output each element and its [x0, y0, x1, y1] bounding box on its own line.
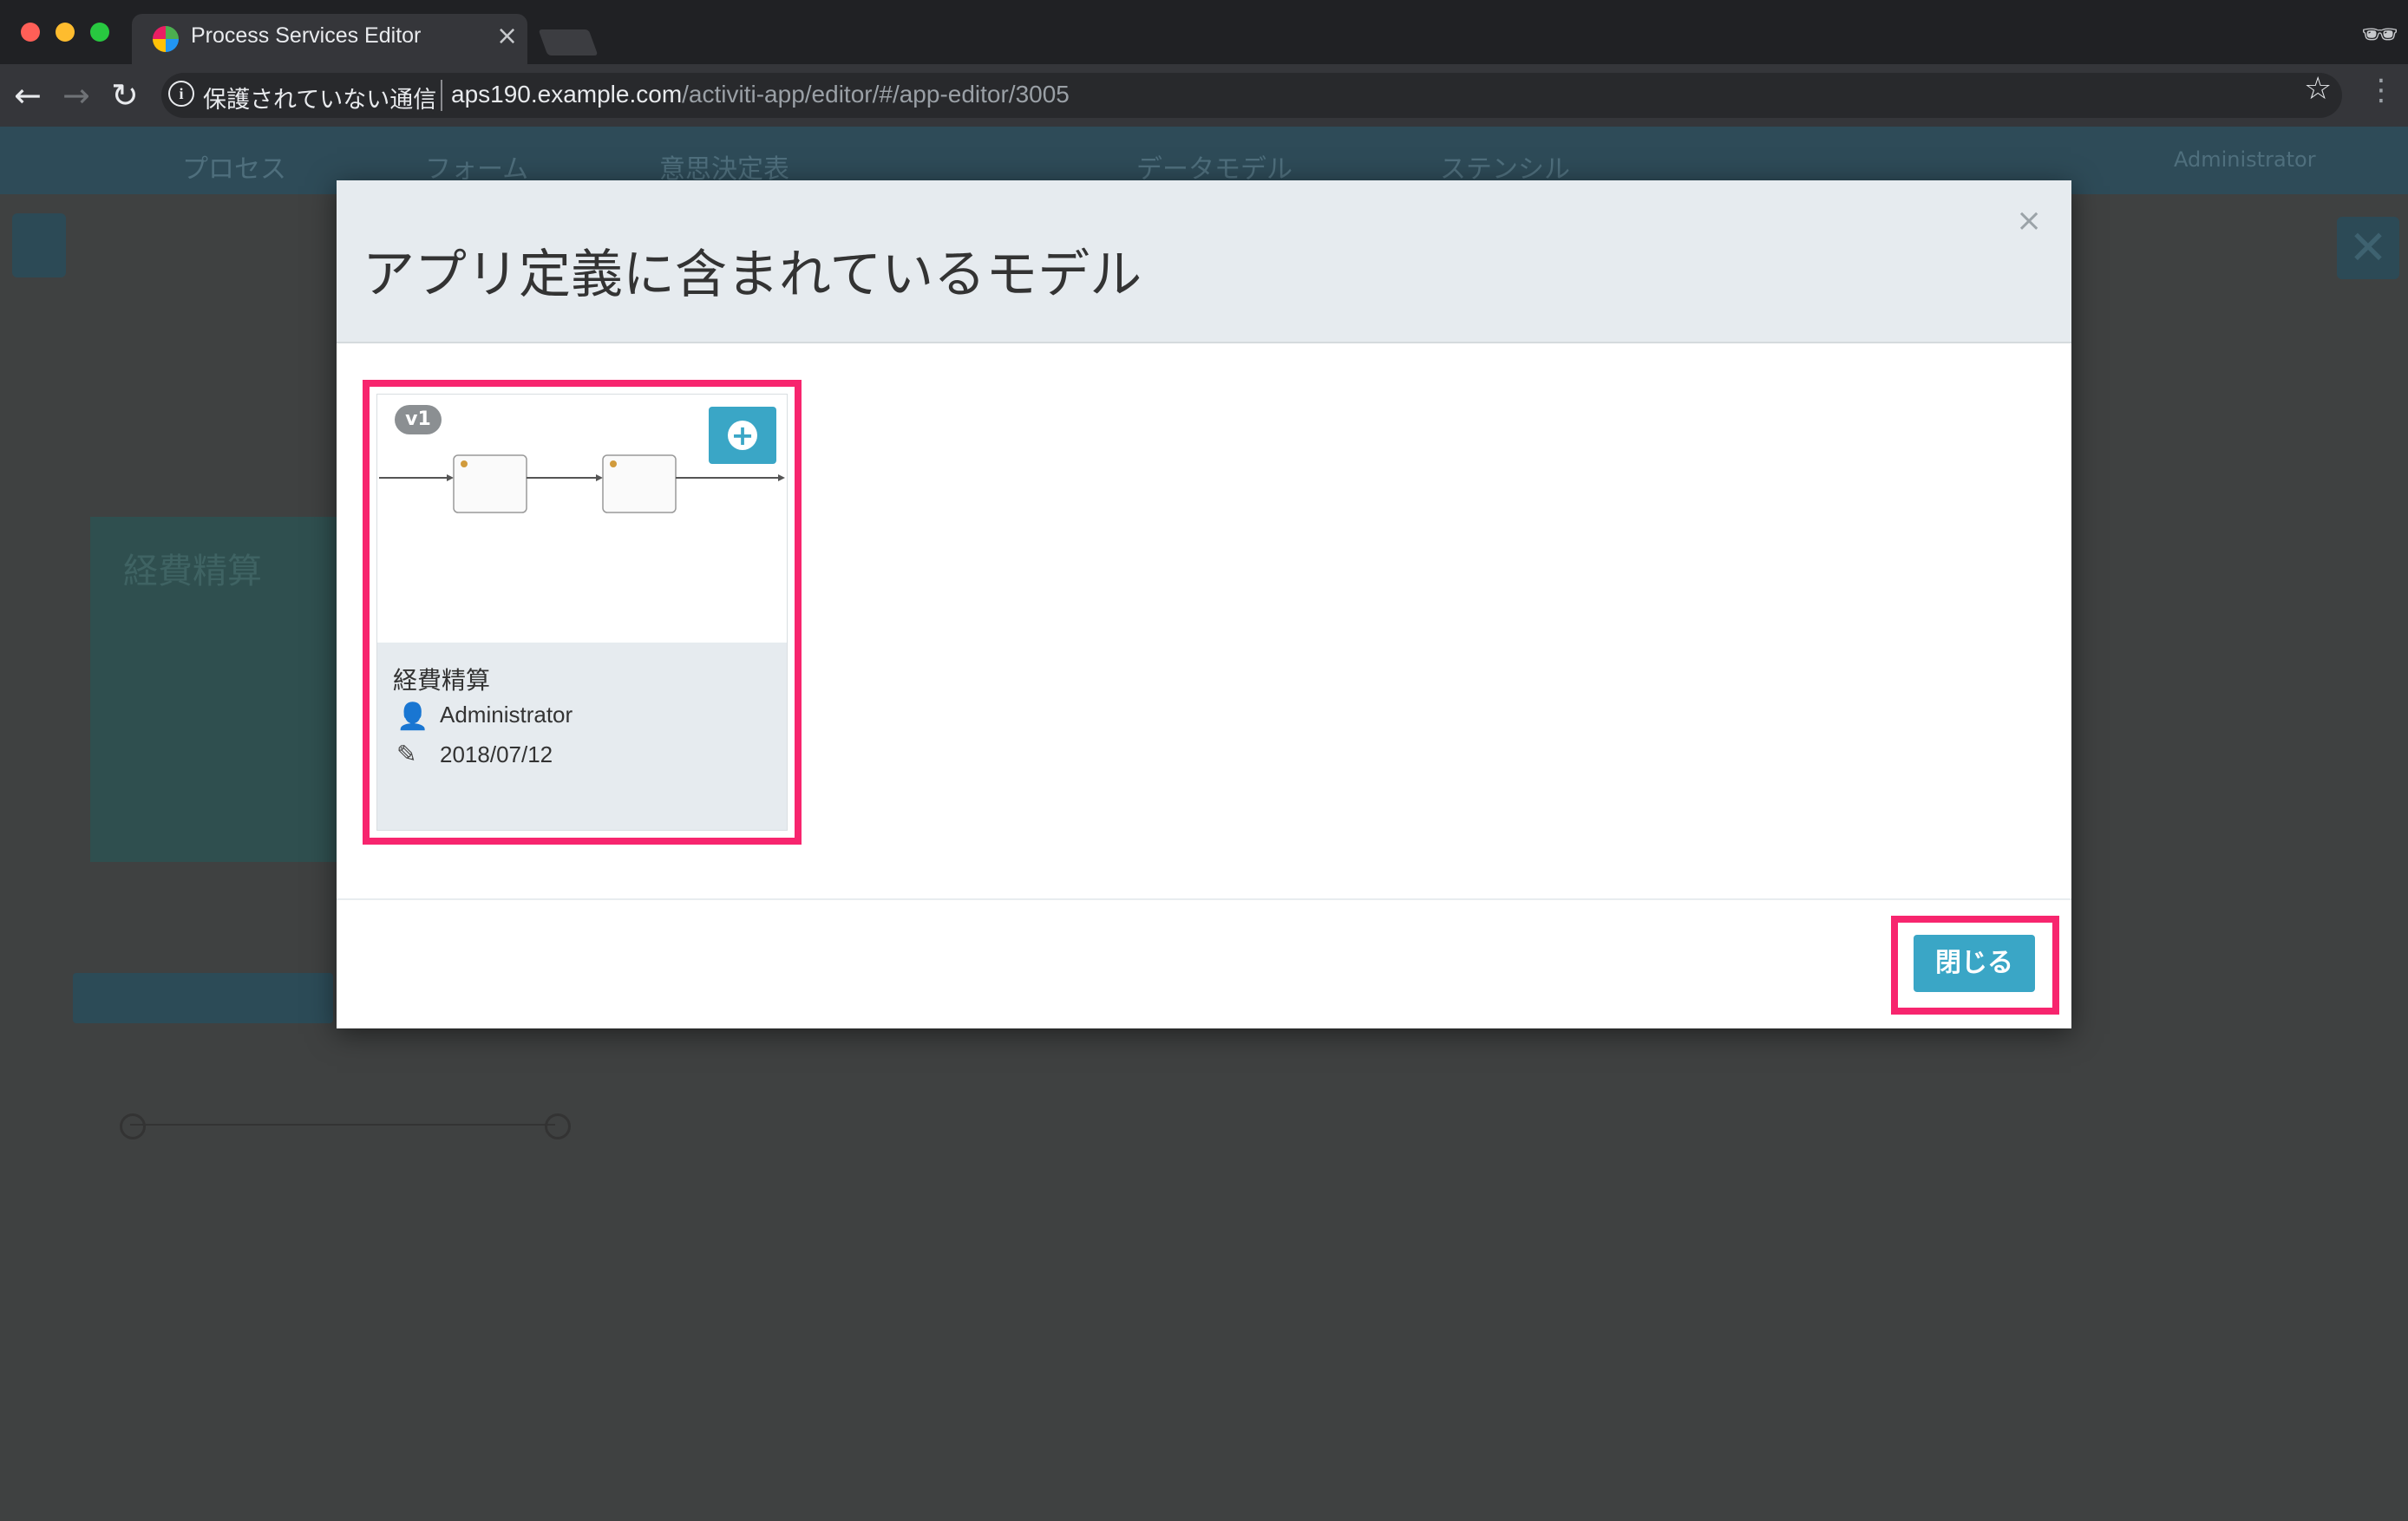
security-label: 保護されていない通信: [203, 87, 437, 114]
included-models-dialog: アプリ定義に含まれているモデル × v1 + 経費精算 👤 Administra…: [337, 180, 2071, 1028]
close-window-button[interactable]: [21, 23, 40, 42]
close-dialog-button[interactable]: 閉じる: [1914, 935, 2035, 992]
dialog-close-icon[interactable]: ×: [2016, 203, 2042, 238]
nav-item-process[interactable]: プロセス: [182, 147, 286, 186]
dialog-title: アプリ定義に含まれているモデル: [363, 245, 1142, 305]
close-tab-icon[interactable]: ×: [496, 21, 518, 51]
dialog-footer-divider: [337, 898, 2071, 900]
bg-app-tile: 経費精算: [90, 517, 347, 862]
reload-icon[interactable]: ↻: [111, 76, 139, 114]
bg-diagram-line: [130, 1124, 555, 1126]
card-info-panel: 経費精算 👤 Administrator ✎ 2018/07/12: [377, 643, 787, 830]
tab-title: Process Services Editor: [191, 23, 422, 48]
model-modified-date: 2018/07/12: [440, 741, 553, 767]
url-text: aps190.example.com/activiti-app/editor/#…: [451, 81, 1070, 108]
arrow-head-1: [447, 474, 454, 481]
bg-tile-label: 経費精算: [123, 552, 262, 591]
bookmark-star-icon[interactable]: ☆: [2304, 71, 2332, 107]
info-icon[interactable]: i: [168, 81, 194, 107]
browser-tab[interactable]: Process Services Editor ×: [132, 14, 527, 64]
forward-arrow-icon[interactable]: →: [62, 76, 90, 114]
model-owner: Administrator: [440, 702, 573, 728]
browser-titlebar: Process Services Editor × 🕶: [0, 0, 2408, 64]
model-name: 経費精算: [393, 666, 491, 695]
address-bar[interactable]: i 保護されていない通信 aps190.example.com/activiti…: [161, 73, 2342, 118]
bg-start-event: [120, 1113, 146, 1139]
url-path: /activiti-app/editor/#/app-editor/3005: [682, 81, 1070, 108]
app-favicon-icon: [153, 26, 179, 52]
nav-user[interactable]: Administrator: [2174, 147, 2316, 172]
pencil-icon: ✎: [396, 740, 417, 768]
user-task-icon-2: [610, 460, 617, 467]
back-arrow-icon[interactable]: ←: [14, 76, 42, 114]
incognito-icon: 🕶: [2361, 17, 2399, 52]
process-thumbnail: [379, 454, 785, 513]
minimize-window-button[interactable]: [56, 23, 75, 42]
browser-toolbar: ← → ↻ i 保護されていない通信 aps190.example.com/ac…: [0, 64, 2408, 127]
url-host: aps190.example.com: [451, 81, 683, 108]
browser-menu-icon[interactable]: ⋮: [2366, 73, 2396, 108]
save-icon[interactable]: [12, 213, 66, 277]
model-card[interactable]: v1 + 経費精算 👤 Administrator ✎ 2018/07/12: [376, 394, 788, 831]
user-icon: 👤: [396, 702, 429, 732]
bg-end-event: [545, 1113, 571, 1139]
dialog-header: アプリ定義に含まれているモデル ×: [337, 180, 2071, 343]
bg-included-models-button[interactable]: [73, 973, 333, 1023]
new-tab-button[interactable]: [538, 29, 599, 55]
address-divider: [441, 80, 442, 111]
user-task-icon-1: [461, 460, 468, 467]
zoom-window-button[interactable]: [90, 23, 109, 42]
arrow-head-3: [778, 474, 785, 481]
close-editor-icon[interactable]: ✕: [2337, 217, 2399, 279]
arrow-head-2: [596, 474, 603, 481]
